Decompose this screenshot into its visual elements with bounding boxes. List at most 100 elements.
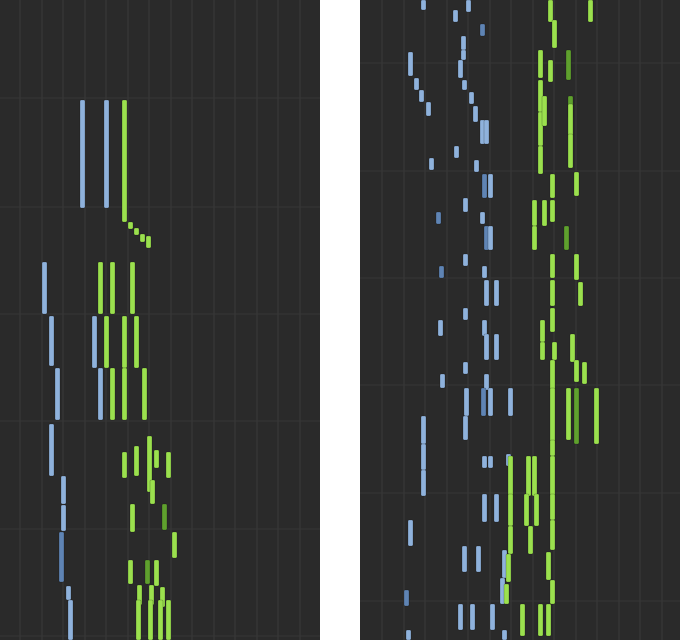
midi-note[interactable]: [41, 261, 48, 315]
midi-note[interactable]: [425, 101, 432, 117]
midi-note[interactable]: [565, 49, 572, 81]
midi-note[interactable]: [127, 559, 134, 585]
midi-note[interactable]: [481, 173, 488, 199]
midi-note[interactable]: [54, 367, 61, 421]
midi-note[interactable]: [457, 59, 464, 79]
midi-note[interactable]: [567, 103, 574, 137]
midi-note[interactable]: [565, 387, 572, 441]
piano-roll-left[interactable]: [0, 0, 320, 640]
midi-note[interactable]: [420, 469, 427, 497]
midi-note[interactable]: [129, 261, 136, 315]
midi-note[interactable]: [133, 315, 140, 369]
midi-note[interactable]: [537, 49, 544, 79]
midi-note[interactable]: [437, 319, 444, 337]
midi-note[interactable]: [461, 545, 468, 573]
midi-note[interactable]: [438, 265, 445, 279]
midi-note[interactable]: [103, 315, 110, 369]
midi-note[interactable]: [487, 455, 494, 469]
midi-note[interactable]: [573, 359, 580, 383]
midi-note[interactable]: [171, 531, 178, 559]
midi-note[interactable]: [493, 279, 500, 307]
midi-note[interactable]: [567, 133, 574, 169]
midi-note[interactable]: [507, 525, 514, 555]
midi-note[interactable]: [109, 367, 116, 421]
midi-note[interactable]: [468, 91, 475, 105]
midi-note[interactable]: [133, 227, 140, 236]
midi-note[interactable]: [531, 455, 538, 497]
midi-note[interactable]: [507, 455, 514, 497]
midi-note[interactable]: [507, 387, 514, 417]
midi-note[interactable]: [551, 341, 558, 361]
midi-note[interactable]: [549, 199, 556, 223]
midi-note[interactable]: [489, 603, 496, 631]
midi-note[interactable]: [549, 439, 556, 457]
midi-note[interactable]: [121, 367, 128, 421]
midi-note[interactable]: [539, 319, 546, 343]
midi-note[interactable]: [501, 629, 508, 640]
midi-note[interactable]: [453, 145, 460, 159]
midi-note[interactable]: [481, 319, 488, 337]
midi-note[interactable]: [481, 455, 488, 469]
midi-note[interactable]: [487, 387, 494, 417]
midi-note[interactable]: [144, 559, 151, 585]
piano-roll-left-canvas[interactable]: [0, 0, 320, 640]
midi-note[interactable]: [577, 281, 584, 307]
midi-note[interactable]: [121, 451, 128, 479]
midi-note[interactable]: [549, 387, 556, 445]
midi-note[interactable]: [531, 199, 538, 227]
midi-note[interactable]: [460, 49, 467, 61]
midi-note[interactable]: [141, 367, 148, 421]
midi-note[interactable]: [452, 9, 459, 23]
midi-note[interactable]: [479, 211, 486, 225]
midi-note[interactable]: [121, 315, 128, 369]
midi-note[interactable]: [487, 173, 494, 199]
midi-note[interactable]: [60, 504, 67, 532]
midi-note[interactable]: [473, 159, 480, 173]
midi-note[interactable]: [462, 307, 469, 321]
midi-note[interactable]: [109, 261, 116, 315]
midi-note[interactable]: [549, 455, 556, 497]
midi-note[interactable]: [549, 493, 556, 521]
midi-note[interactable]: [581, 361, 588, 385]
midi-note[interactable]: [413, 77, 420, 91]
midi-note[interactable]: [483, 279, 490, 307]
midi-note[interactable]: [403, 589, 410, 607]
piano-roll-right-canvas[interactable]: [360, 0, 680, 640]
midi-note[interactable]: [135, 599, 142, 640]
piano-roll-right[interactable]: [360, 0, 680, 640]
midi-note[interactable]: [428, 157, 435, 171]
midi-note[interactable]: [165, 599, 172, 640]
midi-note[interactable]: [462, 197, 469, 213]
midi-note[interactable]: [481, 493, 488, 523]
midi-note[interactable]: [480, 387, 487, 417]
midi-note[interactable]: [65, 585, 72, 601]
midi-note[interactable]: [545, 551, 552, 581]
midi-note[interactable]: [127, 221, 134, 230]
midi-note[interactable]: [549, 173, 556, 199]
midi-note[interactable]: [462, 415, 469, 441]
midi-note[interactable]: [475, 545, 482, 573]
midi-note[interactable]: [539, 341, 546, 361]
midi-note[interactable]: [457, 603, 464, 631]
midi-note[interactable]: [472, 105, 479, 123]
midi-note[interactable]: [149, 479, 156, 505]
midi-note[interactable]: [573, 171, 580, 197]
midi-note[interactable]: [462, 361, 469, 375]
midi-note[interactable]: [479, 23, 486, 37]
midi-note[interactable]: [139, 233, 146, 243]
midi-note[interactable]: [420, 415, 427, 445]
midi-note[interactable]: [121, 99, 128, 223]
midi-note[interactable]: [418, 89, 425, 103]
midi-note[interactable]: [573, 253, 580, 281]
midi-note[interactable]: [91, 315, 98, 369]
midi-note[interactable]: [547, 0, 554, 23]
midi-note[interactable]: [461, 79, 468, 91]
midi-note[interactable]: [465, 0, 472, 13]
midi-note[interactable]: [549, 307, 556, 333]
midi-note[interactable]: [483, 373, 490, 391]
midi-note[interactable]: [407, 51, 414, 77]
midi-note[interactable]: [97, 367, 104, 421]
midi-note[interactable]: [493, 333, 500, 361]
midi-note[interactable]: [407, 519, 414, 547]
midi-note[interactable]: [165, 451, 172, 479]
